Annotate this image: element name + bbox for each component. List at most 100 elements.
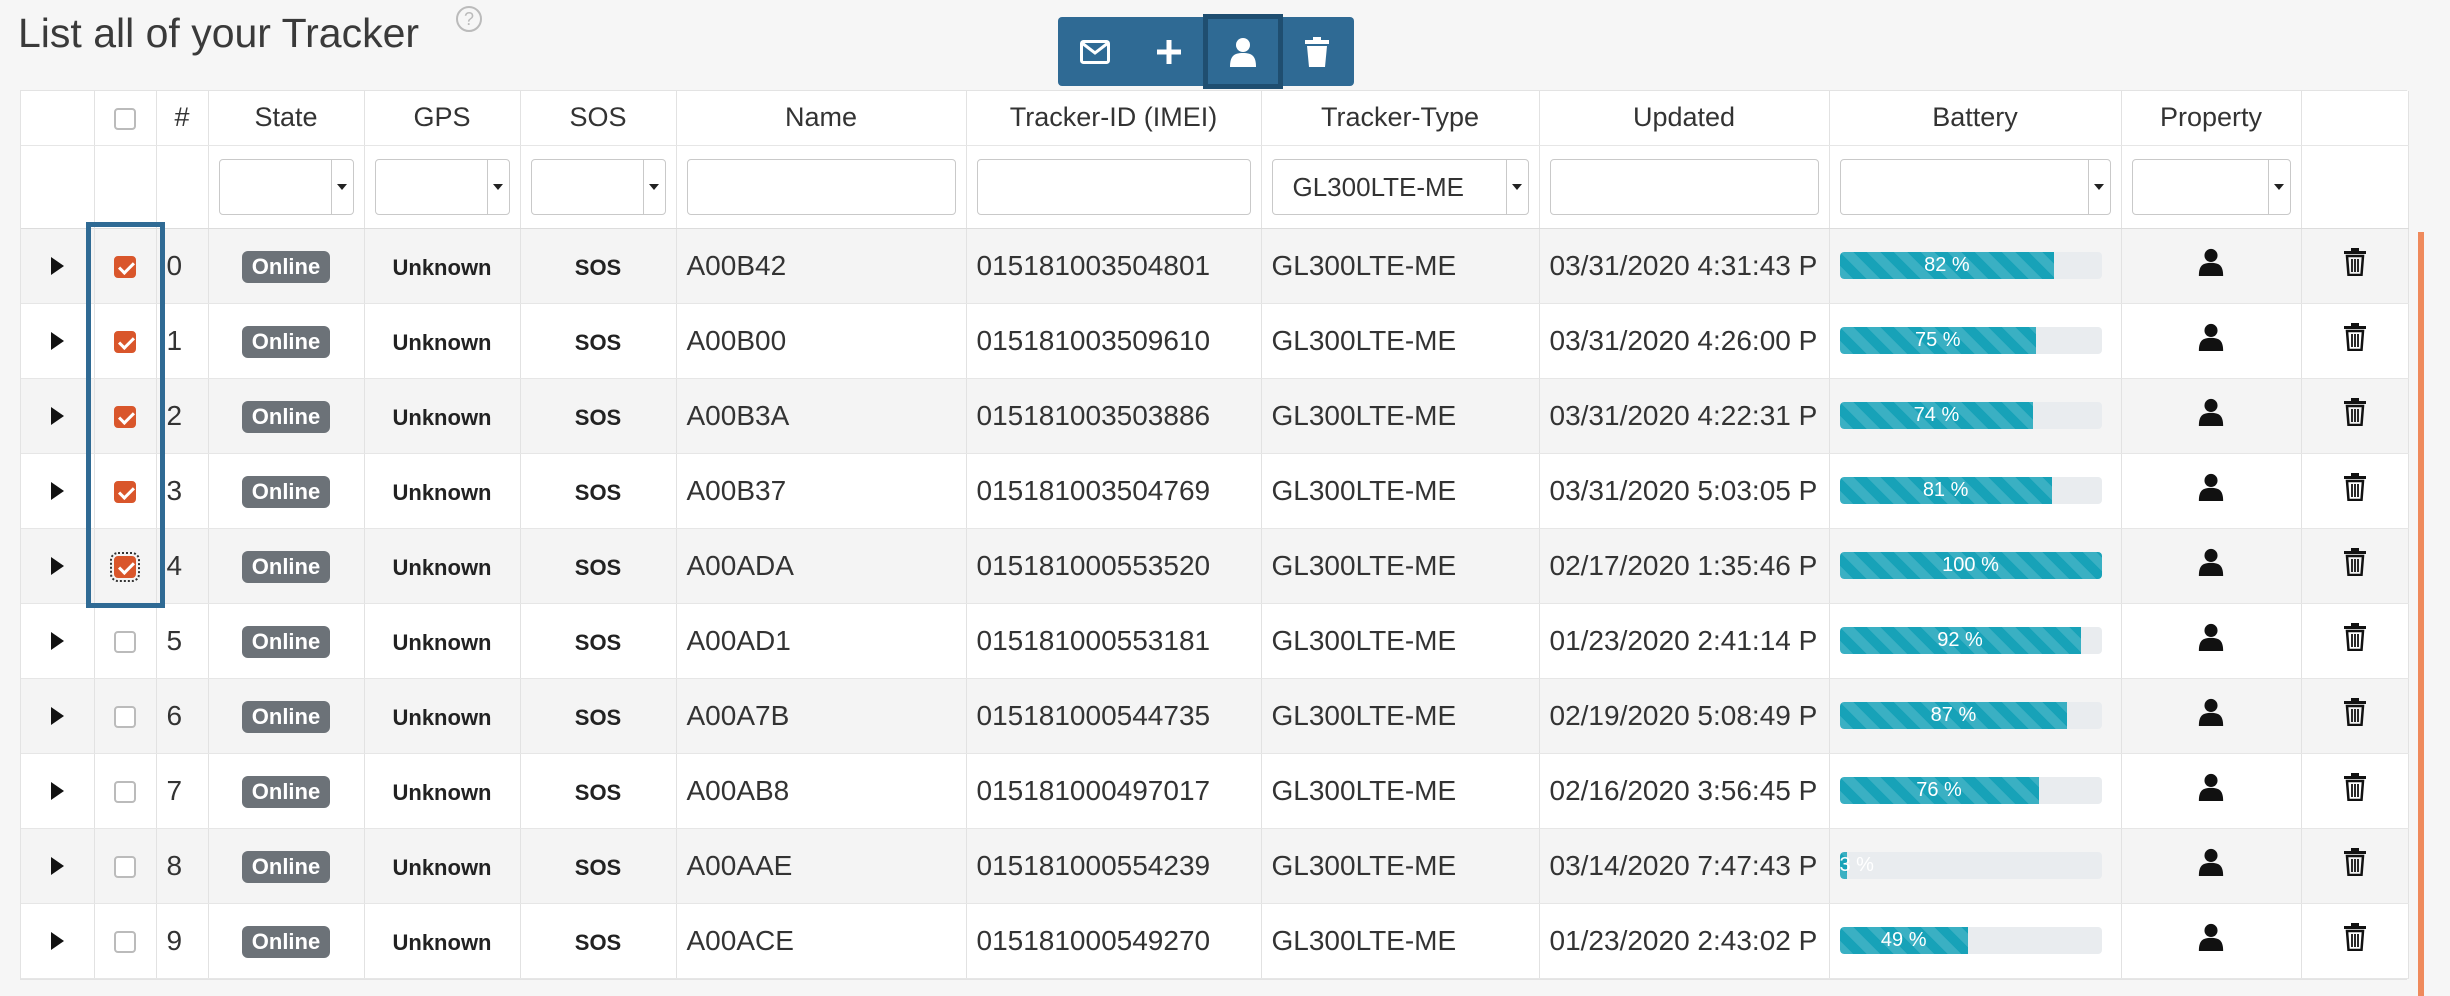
table-row[interactable]: 8 Online Unknown SOS A00AAE 015181000554239 GL… [21, 828, 2409, 904]
caret-right-icon[interactable] [50, 856, 64, 875]
caret-right-icon[interactable] [50, 706, 64, 725]
table-row[interactable]: 4 Online Unknown SOS A00ADA 015181000553520 GL… [21, 528, 2409, 604]
col-property[interactable]: Property [2121, 91, 2302, 146]
assign-user-button[interactable] [1203, 14, 1283, 89]
table-row[interactable]: 1 Online Unknown SOS A00B00 015181003509610 GL… [21, 303, 2409, 379]
email-button[interactable] [1058, 17, 1132, 86]
select-cell[interactable] [94, 603, 157, 679]
col-name[interactable]: Name [676, 91, 967, 146]
row-checkbox[interactable] [114, 331, 136, 354]
row-checkbox[interactable] [114, 256, 136, 279]
state-filter[interactable] [218, 158, 354, 215]
user-icon[interactable] [2198, 473, 2224, 501]
row-checkbox[interactable] [114, 781, 136, 804]
select-all-checkbox[interactable] [114, 108, 136, 131]
select-cell[interactable] [94, 678, 157, 754]
sos-status: SOS [574, 554, 622, 580]
expand-cell[interactable] [21, 903, 95, 979]
trash-icon[interactable] [2343, 248, 2366, 277]
row-checkbox[interactable] [110, 552, 140, 583]
help-icon[interactable]: ? [456, 6, 482, 32]
sos-filter[interactable] [530, 158, 666, 215]
name-filter[interactable] [686, 158, 956, 215]
col-sos[interactable]: SOS [520, 91, 677, 146]
battery-filter[interactable] [1839, 158, 2111, 215]
trash-icon[interactable] [2343, 548, 2366, 577]
delete-button[interactable] [1280, 17, 1354, 86]
trash-icon[interactable] [2343, 323, 2366, 352]
col-num[interactable]: # [156, 91, 209, 146]
trash-icon[interactable] [2343, 398, 2366, 427]
caret-right-icon[interactable] [50, 931, 64, 950]
trash-icon[interactable] [2343, 623, 2366, 652]
trash-icon[interactable] [2343, 473, 2366, 502]
row-checkbox[interactable] [114, 856, 136, 879]
updated-filter[interactable] [1549, 158, 1819, 215]
imei-filter[interactable] [976, 158, 1251, 215]
table-row[interactable]: 0 Online Unknown SOS A00B42 015181003504801 GL… [21, 228, 2409, 304]
expand-cell[interactable] [21, 303, 95, 379]
expand-cell[interactable] [21, 528, 95, 604]
trash-icon[interactable] [2343, 923, 2366, 952]
col-gps[interactable]: GPS [364, 91, 521, 146]
tracker-type: GL300LTE-ME [1261, 753, 1540, 829]
user-icon[interactable] [2198, 848, 2224, 876]
table-row[interactable]: 2 Online Unknown SOS A00B3A 015181003503886 GL… [21, 378, 2409, 454]
add-tracker-button[interactable] [1132, 17, 1206, 86]
row-checkbox[interactable] [114, 406, 136, 429]
user-icon[interactable] [2198, 623, 2224, 651]
caret-right-icon[interactable] [50, 556, 64, 575]
trash-icon[interactable] [2343, 698, 2366, 727]
user-icon[interactable] [2198, 248, 2224, 276]
select-cell[interactable] [94, 903, 157, 979]
select-cell[interactable] [94, 303, 157, 379]
select-cell[interactable] [94, 753, 157, 829]
table-row[interactable]: 3 Online Unknown SOS A00B37 015181003504769 GL… [21, 453, 2409, 529]
caret-right-icon[interactable] [50, 331, 64, 350]
user-icon[interactable] [2198, 398, 2224, 426]
col-state[interactable]: State [208, 91, 365, 146]
trash-icon[interactable] [2343, 773, 2366, 802]
table-row[interactable]: 5 Online Unknown SOS A00AD1 015181000553181 GL… [21, 603, 2409, 679]
caret-right-icon[interactable] [50, 256, 64, 275]
expand-cell[interactable] [21, 753, 95, 829]
select-cell[interactable] [94, 528, 157, 604]
select-cell[interactable] [94, 228, 157, 304]
col-type[interactable]: Tracker-Type [1261, 91, 1540, 146]
col-updated[interactable]: Updated [1539, 91, 1830, 146]
gps-filter[interactable] [374, 158, 510, 215]
expand-cell[interactable] [21, 678, 95, 754]
row-checkbox[interactable] [114, 631, 136, 654]
chevron-down-icon [649, 183, 659, 190]
expand-cell[interactable] [21, 603, 95, 679]
user-icon[interactable] [2198, 323, 2224, 351]
caret-right-icon[interactable] [50, 406, 64, 425]
user-icon[interactable] [2198, 923, 2224, 951]
trash-icon[interactable] [2343, 848, 2366, 877]
select-cell[interactable] [94, 453, 157, 529]
table-row[interactable]: 6 Online Unknown SOS A00A7B 015181000544735 GL… [21, 678, 2409, 754]
type-filter[interactable]: GL300LTE-ME [1271, 158, 1529, 215]
select-cell[interactable] [94, 378, 157, 454]
row-checkbox[interactable] [114, 931, 136, 954]
expand-cell[interactable] [21, 378, 95, 454]
user-icon[interactable] [2198, 698, 2224, 726]
user-icon[interactable] [2198, 548, 2224, 576]
expand-cell[interactable] [21, 828, 95, 904]
row-checkbox[interactable] [114, 706, 136, 729]
property-filter[interactable] [2131, 158, 2291, 215]
row-checkbox[interactable] [114, 481, 136, 504]
select-cell[interactable] [94, 828, 157, 904]
table-row[interactable]: 9 Online Unknown SOS A00ACE 015181000549270 GL… [21, 903, 2409, 979]
tracker-name: A00B37 [676, 453, 967, 529]
col-battery[interactable]: Battery [1829, 91, 2122, 146]
caret-right-icon[interactable] [50, 481, 64, 500]
col-imei[interactable]: Tracker-ID (IMEI) [966, 91, 1262, 146]
caret-right-icon[interactable] [50, 781, 64, 800]
caret-right-icon[interactable] [50, 631, 64, 650]
user-icon[interactable] [2198, 773, 2224, 801]
tracker-imei: 015181000553520 [966, 528, 1262, 604]
expand-cell[interactable] [21, 228, 95, 304]
table-row[interactable]: 7 Online Unknown SOS A00AB8 015181000497017 GL… [21, 753, 2409, 829]
expand-cell[interactable] [21, 453, 95, 529]
